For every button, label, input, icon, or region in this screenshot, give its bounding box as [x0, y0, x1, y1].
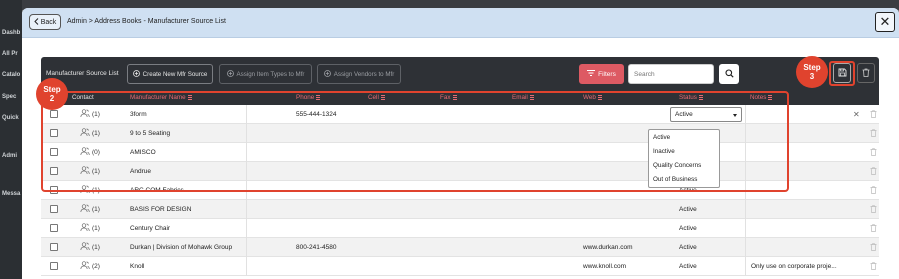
contact-count: (1) — [92, 206, 100, 213]
trash-icon[interactable] — [870, 224, 877, 234]
bg-sidebar-label: Dashb — [2, 30, 21, 36]
trash-icon[interactable] — [870, 186, 877, 196]
table-row[interactable]: (1) Century Chair Active — [41, 219, 879, 238]
step3-badge: Step 3 — [796, 56, 828, 88]
notes-value: Only use on corporate proje... — [751, 263, 837, 270]
manufacturer-name: Knoll — [130, 263, 145, 270]
back-button[interactable]: Back — [29, 14, 61, 30]
trash-icon[interactable] — [870, 110, 877, 120]
users-icon[interactable] — [80, 261, 90, 272]
step3-number: 3 — [809, 72, 815, 81]
close-icon: ✕ — [879, 14, 891, 29]
search-button[interactable] — [719, 64, 739, 84]
toolbar: Manufacturer Source List Create New Mfr … — [41, 57, 879, 91]
table-row[interactable]: (2) Knoll www.knoll.com Active Only use … — [41, 257, 879, 276]
bg-sidebar-label: Catalo — [2, 72, 21, 78]
background-sidebar: Dashb All Pr Catalo Spec Quick Admi Mess… — [0, 0, 22, 279]
save-button[interactable] — [833, 63, 851, 83]
delete-button[interactable] — [857, 63, 875, 83]
trash-icon[interactable] — [870, 167, 877, 177]
trash-icon[interactable] — [870, 205, 877, 215]
table-row[interactable]: (1) Durkan | Division of Mohawk Group 80… — [41, 238, 879, 257]
contact-count: (1) — [92, 244, 100, 251]
bg-sidebar-label: Spec — [2, 94, 17, 100]
row-checkbox[interactable] — [50, 224, 58, 232]
contact-count: (2) — [92, 263, 100, 270]
status-value: Active — [679, 244, 697, 251]
status-value: Active — [679, 225, 697, 232]
save-icon — [838, 68, 847, 79]
users-icon[interactable] — [80, 223, 90, 234]
web-link[interactable]: www.durkan.com — [583, 244, 633, 251]
status-value: Active — [679, 263, 697, 270]
trash-icon — [862, 68, 870, 79]
toolbar-title: Manufacturer Source List — [46, 70, 119, 77]
create-mfr-source-button[interactable]: Create New Mfr Source — [127, 64, 213, 84]
filters-label: Filters — [598, 70, 616, 78]
create-mfr-source-label: Create New Mfr Source — [142, 70, 208, 78]
row-checkbox[interactable] — [50, 262, 58, 270]
trash-icon[interactable] — [870, 243, 877, 253]
plus-circle-icon — [132, 69, 140, 79]
bg-sidebar-label: Admi — [2, 153, 17, 159]
chevron-left-icon — [34, 17, 39, 27]
cancel-edit-icon[interactable]: ✕ — [853, 110, 860, 119]
search-input[interactable] — [628, 64, 714, 84]
manufacturer-name: BASIS FOR DESIGN — [130, 206, 192, 213]
trash-icon[interactable] — [870, 129, 877, 139]
row-checkbox[interactable] — [50, 243, 58, 251]
users-icon[interactable] — [80, 242, 90, 253]
users-icon[interactable] — [80, 204, 90, 215]
bg-sidebar-label: All Pr — [2, 51, 18, 57]
bg-sidebar-label: Messa — [2, 191, 21, 197]
row-checkbox[interactable] — [50, 205, 58, 213]
step2-highlight — [41, 91, 789, 192]
breadcrumb: Admin > Address Books - Manufacturer Sou… — [67, 18, 226, 25]
step2-number: 2 — [49, 94, 55, 103]
step3-title: Step — [803, 63, 821, 72]
search-icon — [724, 68, 734, 80]
step2-badge: Step 2 — [36, 78, 68, 110]
table-row[interactable]: (1) BASIS FOR DESIGN Active — [41, 200, 879, 219]
assign-item-types-label: Assign Item Types to Mfr — [236, 70, 305, 78]
assign-item-types-button[interactable]: Assign Item Types to Mfr — [219, 64, 312, 84]
filters-button[interactable]: Filters — [579, 64, 624, 84]
trash-icon[interactable] — [870, 148, 877, 158]
manufacturer-name: Century Chair — [130, 225, 171, 232]
close-modal-button[interactable]: ✕ — [875, 12, 895, 32]
status-value: Active — [679, 206, 697, 213]
plus-circle-icon — [323, 69, 331, 79]
bg-sidebar-label: Quick — [2, 115, 19, 121]
step2-title: Step — [43, 85, 61, 94]
contact-count: (1) — [92, 225, 100, 232]
modal-header: Back Admin > Address Books - Manufacture… — [22, 8, 899, 38]
assign-vendors-button[interactable]: Assign Vendors to Mfr — [317, 64, 401, 84]
web-link[interactable]: www.knoll.com — [583, 263, 626, 270]
phone-value: 800-241-4580 — [296, 244, 337, 251]
filter-icon — [587, 70, 596, 78]
back-label: Back — [40, 18, 57, 26]
manufacturer-name: Durkan | Division of Mohawk Group — [130, 244, 233, 251]
plus-circle-icon — [226, 69, 234, 79]
trash-icon[interactable] — [870, 262, 877, 272]
assign-vendors-label: Assign Vendors to Mfr — [333, 70, 395, 78]
